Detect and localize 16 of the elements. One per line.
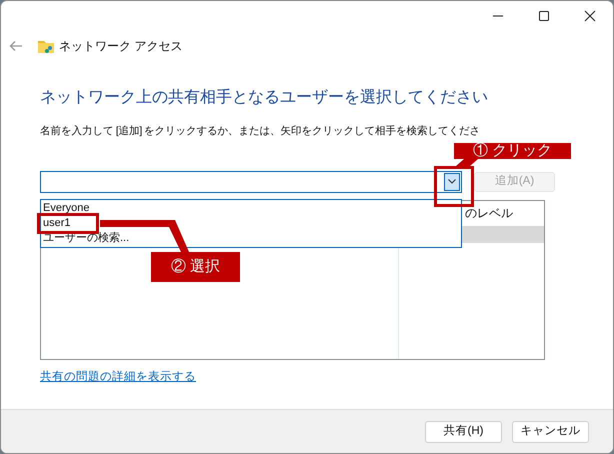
highlight-frame — [37, 213, 99, 234]
chevron-down-icon — [448, 179, 456, 184]
dropdown-button[interactable] — [444, 172, 460, 191]
instruction-text: 名前を入力して [追加] をクリックするか、または、矢印をクリックして相手を検索してくださ — [40, 124, 480, 139]
callout-label: ② 選択 — [151, 252, 240, 282]
window-title: ネットワーク アクセス — [59, 38, 182, 55]
user-combo-box[interactable] — [40, 170, 462, 193]
dropdown-option[interactable]: user1 — [41, 216, 461, 231]
dialog-heading: ネットワーク上の共有相手となるユーザーを選択してください — [40, 88, 489, 108]
dialog-button[interactable]: キャンセル — [512, 420, 589, 442]
help-link[interactable]: 共有の問題の詳細を表示する — [40, 368, 196, 386]
folder-users-icon — [38, 38, 55, 54]
highlight-frame — [434, 166, 474, 207]
dropdown-option[interactable]: Everyone — [41, 201, 461, 216]
back-arrow-icon[interactable] — [9, 40, 23, 52]
dialog-button[interactable]: 共有(H) — [425, 420, 502, 442]
